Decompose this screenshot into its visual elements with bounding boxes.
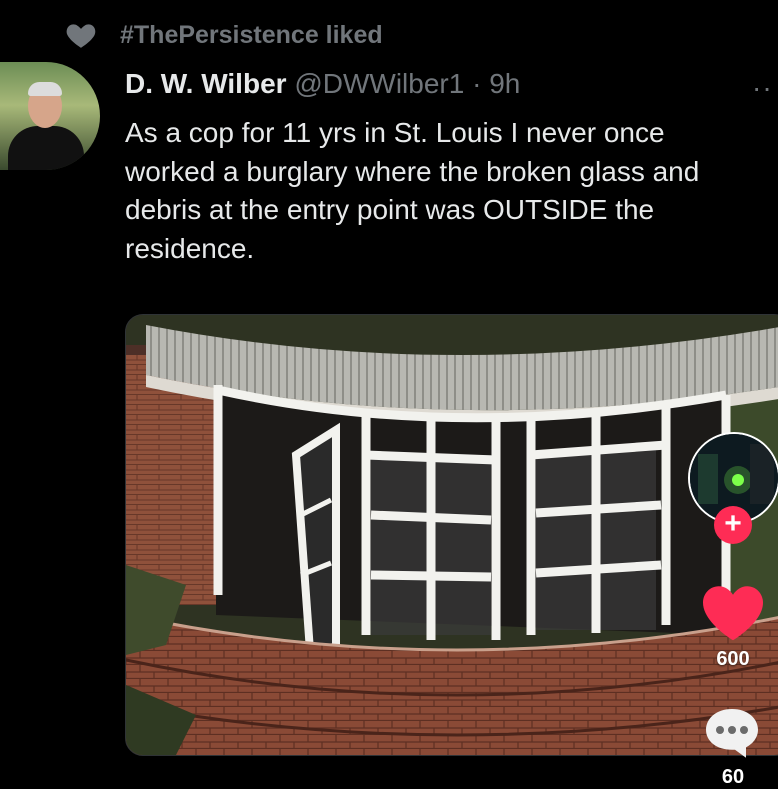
separator: · [472, 68, 482, 99]
author-avatar[interactable] [0, 62, 100, 170]
author-name[interactable]: D. W. Wilber [125, 68, 287, 99]
tweet-text-line: residence. [125, 232, 255, 264]
comment-bubble-icon[interactable] [702, 704, 762, 762]
heart-icon [66, 24, 96, 48]
video-frame [126, 315, 778, 755]
tweet-text-line: debris at the entry point was OUTSIDE th… [125, 194, 655, 226]
liked-by-text[interactable]: #ThePersistence liked [120, 21, 383, 50]
author-handle[interactable]: @DWWilber1 [294, 68, 464, 99]
more-icon[interactable]: ·· [752, 72, 773, 104]
tweet-text-line: As a cop for 11 yrs in St. Louis I never… [125, 117, 665, 148]
tweet-header: D. W. Wilber @DWWilber1 · 9h [125, 68, 520, 100]
tweet-text: As a cop for 11 yrs in St. Louis I never… [125, 114, 778, 269]
tweet-media-video[interactable] [125, 314, 778, 756]
like-heart-icon[interactable] [700, 583, 766, 643]
social-context: #ThePersistence liked [64, 18, 383, 52]
tweet-text-line: worked a burglary where the broken glass… [125, 155, 700, 187]
tweet-time[interactable]: 9h [489, 68, 520, 99]
follow-button[interactable]: + [714, 506, 752, 544]
like-count: 600 [716, 648, 750, 670]
comment-count: 60 [721, 766, 745, 788]
